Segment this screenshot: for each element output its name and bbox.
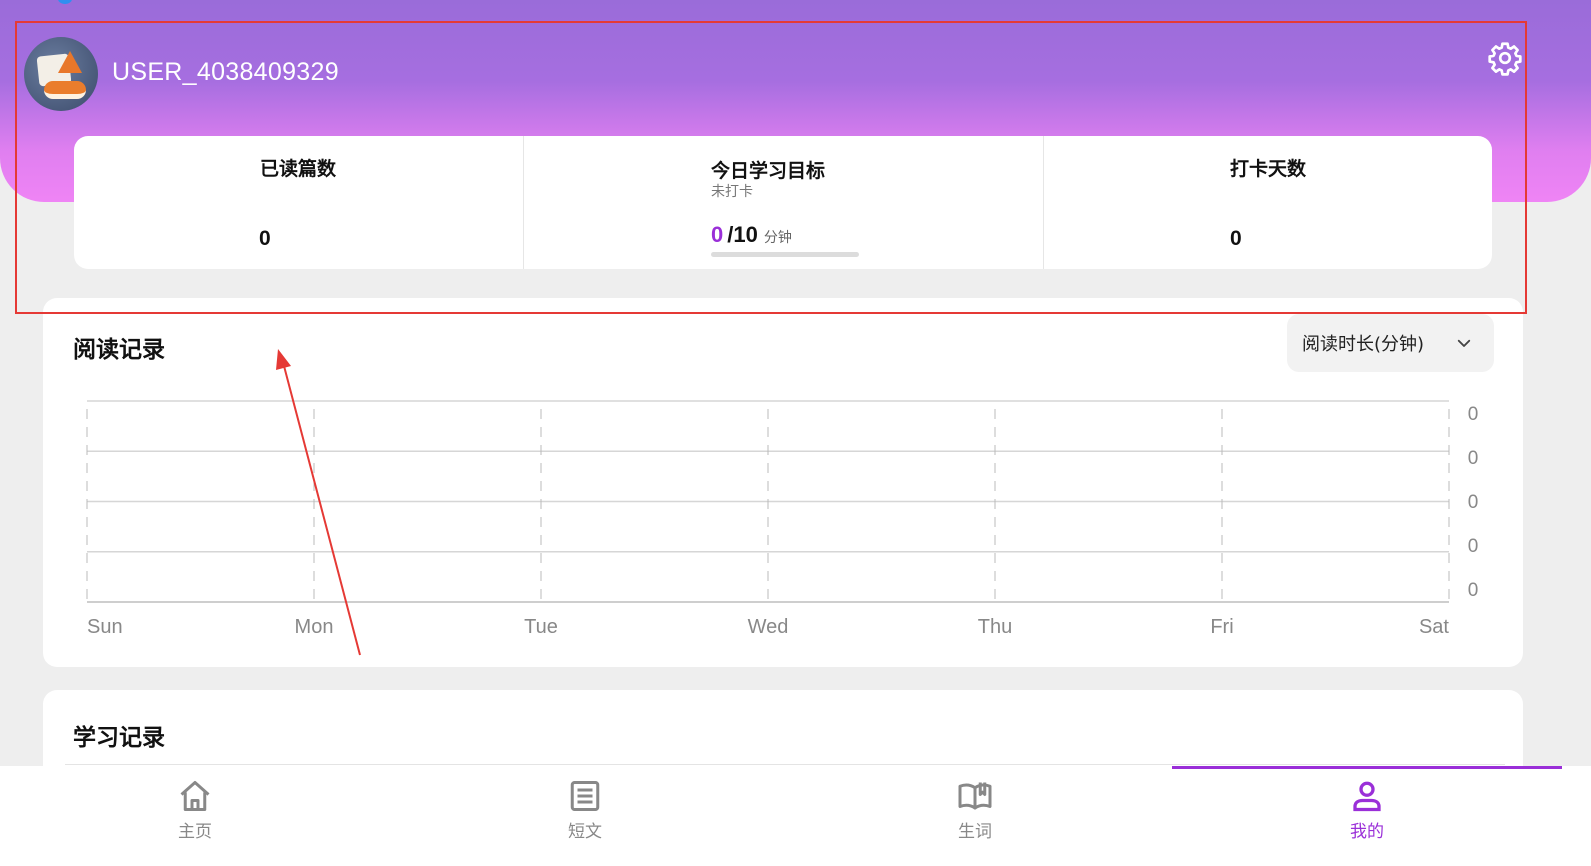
stat-checkin-days-label: 打卡天数 [1230, 158, 1307, 180]
tab-vocabulary[interactable]: 生词 [780, 766, 1170, 866]
chart-y-tick-label: 0 [1468, 492, 1479, 513]
chart-y-tick-label: 0 [1468, 404, 1479, 425]
chart-x-tick-label: Mon [295, 616, 334, 638]
stat-daily-goal[interactable]: 今日学习目标 未打卡 0/10 分钟 [523, 136, 1043, 269]
stat-read-count-label: 已读篇数 [260, 158, 337, 180]
stat-read-count[interactable]: 已读篇数 0 [74, 136, 523, 269]
chart-x-tick-label: Sun [87, 616, 123, 638]
chart-x-tick-label: Wed [748, 616, 789, 638]
stats-card: 已读篇数 0 今日学习目标 未打卡 0/10 分钟 打卡天数 0 [74, 136, 1492, 269]
goal-current-value: 0 [711, 222, 724, 247]
goal-target-value: /10 [727, 222, 758, 247]
chart-x-tick-label: Thu [978, 616, 1012, 638]
divider [65, 764, 1505, 765]
reading-chart: 0 0 0 0 0 Sun Mon Tue Wed Thu Fri Sat [86, 400, 1479, 638]
goal-unit: 分钟 [763, 230, 792, 246]
article-icon [570, 781, 600, 811]
tab-home[interactable]: 主页 [0, 766, 390, 866]
stat-checkin-days-value: 0 [1230, 227, 1242, 250]
tab-home-label: 主页 [178, 822, 212, 842]
chart-y-tick-label: 0 [1468, 580, 1479, 601]
tab-articles-label: 短文 [568, 822, 602, 842]
tab-vocabulary-label: 生词 [958, 822, 992, 842]
goal-progress-text: 0/10 分钟 [711, 222, 792, 248]
goal-progress-bar [711, 252, 859, 257]
checkin-status: 未打卡 [711, 184, 753, 200]
active-tab-indicator [1172, 766, 1562, 769]
chart-x-tick-label: Sat [1419, 616, 1449, 638]
chart-x-tick-label: Tue [524, 616, 558, 638]
chart-y-tick-label: 0 [1468, 448, 1479, 469]
book-icon [958, 782, 992, 810]
stat-read-count-value: 0 [259, 227, 271, 250]
tab-me-label: 我的 [1350, 822, 1384, 842]
tab-me[interactable]: 我的 [1172, 766, 1562, 866]
home-icon [180, 781, 210, 811]
username: USER_4038409329 [112, 58, 339, 86]
tab-articles[interactable]: 短文 [390, 766, 780, 866]
reading-record-panel: 阅读记录 阅读时长(分钟) 0 0 0 0 0 Sun Mon Tue Wed Thu Fri Sat [43, 298, 1523, 667]
fox-icon [58, 51, 82, 73]
bottom-tab-bar: 主页 短文 生词 我的 [0, 766, 1591, 866]
stat-daily-goal-label: 今日学习目标 [711, 160, 826, 182]
stat-checkin-days[interactable]: 打卡天数 0 [1043, 136, 1492, 269]
gear-icon[interactable] [1487, 40, 1523, 76]
fox-tail-shape [44, 81, 86, 99]
chart-y-tick-label: 0 [1468, 536, 1479, 557]
person-icon [1353, 781, 1381, 812]
learning-record-title: 学习记录 [73, 725, 165, 751]
avatar[interactable] [24, 37, 98, 111]
chart-x-tick-label: Fri [1210, 616, 1233, 638]
